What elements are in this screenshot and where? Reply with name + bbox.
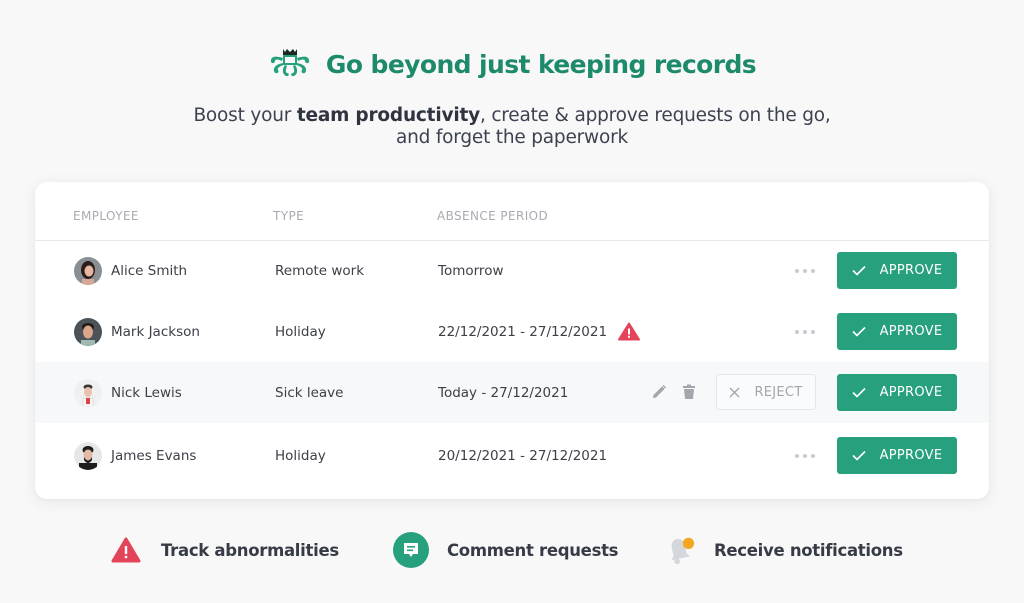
employee-name: Nick Lewis — [111, 384, 182, 401]
warning-triangle-icon[interactable] — [618, 322, 641, 341]
table-row[interactable]: Alice Smith Remote work Tomorrow APPROVE — [35, 240, 989, 301]
column-absence-period: ABSENCE PERIOD — [437, 209, 549, 223]
feature-receive-notifications: Receive notifications — [662, 530, 903, 570]
hero-subtitle: Boost your team productivity, create & a… — [0, 105, 1024, 149]
table-row[interactable]: James Evans Holiday 20/12/2021 - 27/12/2… — [35, 423, 989, 489]
period-text: 22/12/2021 - 27/12/2021 — [438, 323, 608, 340]
comment-icon — [393, 532, 429, 568]
warning-triangle-icon — [109, 533, 143, 567]
avatar — [74, 442, 102, 470]
employee-cell: Alice Smith — [74, 240, 187, 301]
trash-icon[interactable] — [680, 383, 698, 401]
hero-title: Go beyond just keeping records — [268, 46, 757, 82]
column-type: TYPE — [273, 209, 305, 223]
feature-label: Comment requests — [447, 540, 619, 560]
employee-cell: James Evans — [74, 423, 196, 489]
subtitle-line2: and forget the paperwork — [395, 127, 629, 148]
requests-table-card: EMPLOYEE TYPE ABSENCE PERIOD Alice Smith… — [35, 182, 989, 499]
avatar — [74, 256, 102, 285]
hero: Go beyond just keeping records Boost you… — [0, 46, 1024, 149]
hero-title-text: Go beyond just keeping records — [325, 49, 757, 79]
more-options-icon[interactable] — [795, 423, 815, 489]
reject-button[interactable]: REJECT — [716, 374, 816, 410]
approve-label: APPROVE — [879, 324, 943, 339]
table-row[interactable]: Mark Jackson Holiday 22/12/2021 - 27/12/… — [35, 301, 989, 362]
bell-icon — [662, 533, 696, 567]
type-cell: Holiday — [275, 448, 326, 464]
close-icon — [729, 387, 740, 397]
feature-label: Track abnormalities — [161, 540, 339, 560]
feature-label: Receive notifications — [714, 540, 903, 560]
feature-comment-requests: Comment requests — [393, 530, 619, 570]
employee-name: James Evans — [111, 448, 197, 464]
features-row: Track abnormalities Comment requests Rec… — [0, 530, 1024, 570]
type-cell: Remote work — [275, 262, 365, 279]
period-cell: 22/12/2021 - 27/12/2021 — [438, 301, 641, 362]
subtitle-bold: team productivity — [296, 105, 480, 126]
octopus-logo-icon — [270, 49, 310, 77]
more-options-icon[interactable] — [795, 301, 815, 362]
check-icon — [852, 326, 866, 337]
table-row[interactable]: Nick Lewis Sick leave Today - 27/12/2021… — [35, 362, 989, 423]
approve-label: APPROVE — [879, 448, 943, 463]
more-options-icon[interactable] — [795, 240, 815, 301]
period-cell: Today - 27/12/2021 — [438, 384, 569, 401]
approve-button[interactable]: APPROVE — [837, 437, 957, 474]
subtitle-text: , create & approve requests on the go, — [479, 105, 831, 126]
approve-button[interactable]: APPROVE — [837, 313, 957, 350]
approve-button[interactable]: APPROVE — [837, 374, 957, 411]
approve-button[interactable]: APPROVE — [837, 252, 957, 289]
type-cell: Holiday — [275, 323, 326, 340]
employee-name: Mark Jackson — [111, 323, 200, 340]
check-icon — [852, 265, 866, 276]
employee-cell: Mark Jackson — [74, 301, 200, 362]
table-header: EMPLOYEE TYPE ABSENCE PERIOD — [35, 182, 989, 241]
check-icon — [852, 450, 866, 461]
avatar — [74, 378, 102, 407]
column-employee: EMPLOYEE — [73, 209, 139, 223]
reject-label: REJECT — [754, 384, 803, 400]
period-cell: Tomorrow — [438, 262, 504, 279]
approve-label: APPROVE — [879, 263, 943, 278]
employee-cell: Nick Lewis — [74, 362, 182, 423]
period-cell: 20/12/2021 - 27/12/2021 — [438, 448, 608, 464]
edit-pencil-icon[interactable] — [650, 383, 668, 401]
check-icon — [852, 387, 866, 398]
type-cell: Sick leave — [275, 384, 344, 401]
subtitle-text: Boost your — [193, 105, 297, 126]
employee-name: Alice Smith — [111, 262, 188, 279]
approve-label: APPROVE — [879, 385, 943, 400]
feature-track-abnormalities: Track abnormalities — [109, 530, 339, 570]
avatar — [74, 317, 102, 346]
